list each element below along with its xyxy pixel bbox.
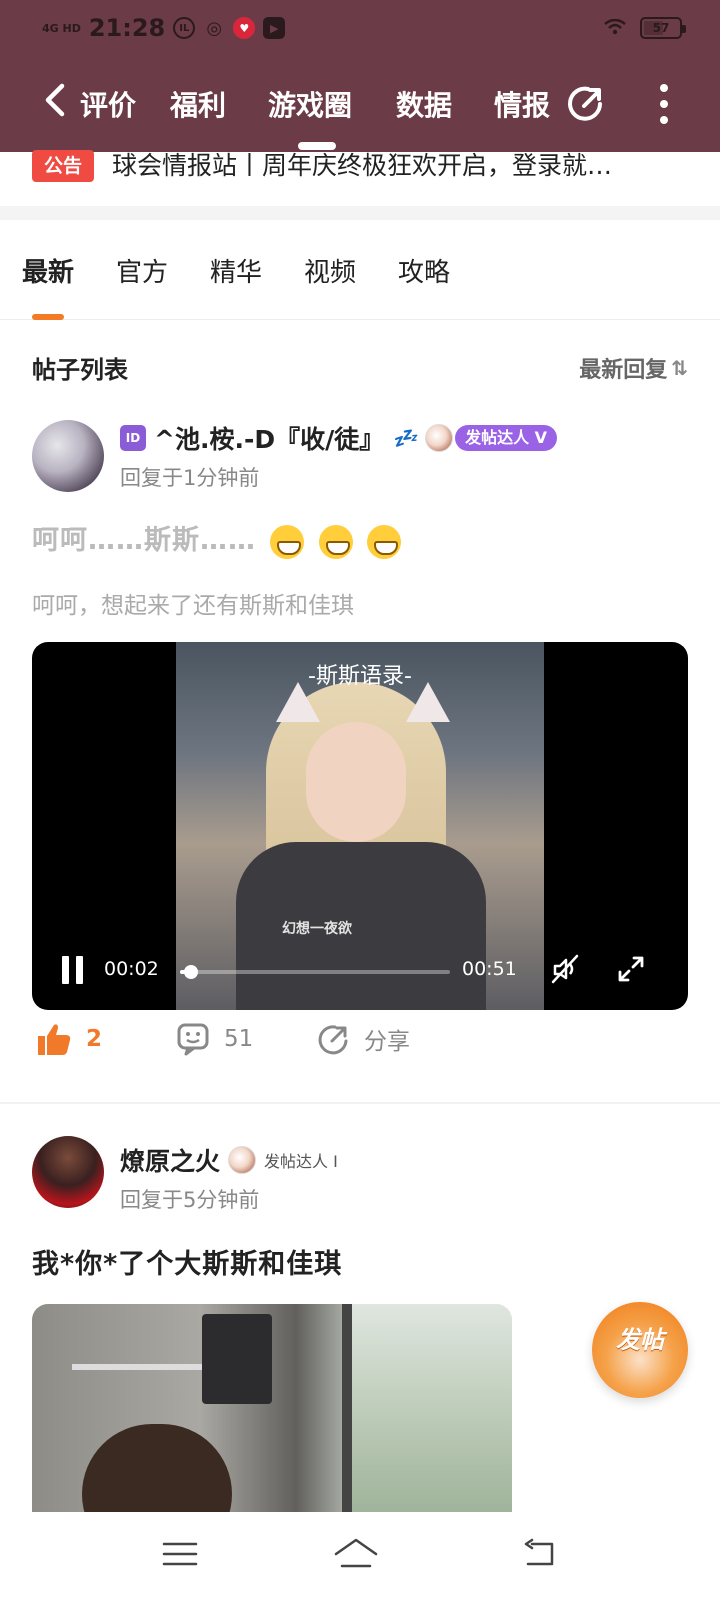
nav-tab[interactable]: 数据 [396, 84, 452, 124]
tab-video[interactable]: 视频 [304, 252, 356, 289]
notice-text[interactable]: 球会情报站丨周年庆终极狂欢开启，登录就… [112, 148, 672, 184]
like-icon [38, 1024, 71, 1055]
notice-badge: 公告 [32, 150, 95, 182]
battery-text: 57 [652, 21, 670, 35]
notification-icon: ▶ [263, 17, 286, 39]
more-icon[interactable] [652, 84, 676, 124]
like-button[interactable]: 2 [36, 1022, 102, 1056]
fullscreen-icon[interactable] [616, 954, 646, 984]
content-tabs: 最新 官方 精华 视频 攻略 [0, 220, 720, 320]
battery-icon: 57 [640, 17, 686, 39]
username[interactable]: 燎原之火 [120, 1142, 220, 1178]
tab-active-indicator [32, 314, 64, 320]
nav-row: 评价 福利 游戏圈 数据 情报 [0, 74, 720, 134]
nav-tab[interactable]: 情报 [494, 84, 550, 124]
section-gap [0, 206, 720, 220]
tab-official[interactable]: 官方 [116, 252, 168, 289]
comment-icon [177, 1023, 209, 1056]
id-icon: ID [120, 425, 146, 451]
tab-featured[interactable]: 精华 [210, 252, 262, 289]
pause-icon[interactable] [60, 956, 86, 986]
like-count: 2 [86, 1026, 103, 1052]
notice-bar[interactable]: 公告 球会情报站丨周年庆终极狂欢开启，登录就… [0, 148, 720, 200]
tab-latest[interactable]: 最新 [22, 252, 74, 289]
sleep-icon: 💤 [392, 426, 418, 450]
post-actions: 2 51 分享 [0, 1022, 720, 1082]
video-progress[interactable] [180, 965, 450, 979]
post-divider [0, 1102, 720, 1104]
create-post-button[interactable]: 发帖 [592, 1302, 688, 1398]
status-right: 57 [604, 16, 686, 40]
nav-tab[interactable]: 福利 [170, 84, 226, 124]
nav-tab-active[interactable]: 游戏圈 [268, 84, 352, 124]
comment-count: 51 [224, 1026, 254, 1052]
nav-tab[interactable]: 评价 [80, 84, 136, 124]
user-badge: 发帖达人 I [264, 1152, 338, 1171]
page: 4G HD 21:28 IL ◎ ♥ ▶ 57 评价 福利 游戏圈 数据 情报 … [0, 0, 720, 1600]
video-subtitle: 幻想一夜欲 [282, 921, 352, 937]
post-title[interactable]: 呵呵……斯斯…… [32, 518, 402, 559]
grin-emoji-icon [318, 524, 353, 559]
signal-indicator: 4G HD [42, 21, 81, 35]
username[interactable]: ^池.桉.-D『收/徒』 [154, 420, 384, 456]
list-header: 帖子列表 最新回复 ⇅ [0, 350, 720, 394]
badge-avatar-icon [425, 424, 454, 452]
grin-emoji-icon [270, 524, 305, 559]
notification-icon: IL [173, 17, 196, 39]
sort-icon: ⇅ [671, 356, 688, 380]
avatar[interactable] [32, 420, 104, 492]
username-row: 燎原之火 发帖达人 I [120, 1142, 338, 1178]
username-row: ID ^池.桉.-D『收/徒』 💤 发帖达人 V [120, 420, 558, 456]
comment-button[interactable]: 51 [176, 1022, 253, 1056]
mute-icon[interactable] [548, 952, 582, 986]
notification-icon: ◎ [206, 17, 223, 39]
video-duration: 00:51 [462, 958, 517, 980]
menu-icon[interactable] [160, 1534, 200, 1574]
reply-time: 回复于5分钟前 [120, 1188, 260, 1212]
create-post-label: 发帖 [616, 1326, 664, 1354]
share-icon[interactable] [564, 82, 606, 124]
sort-button[interactable]: 最新回复 ⇅ [579, 352, 688, 384]
video-frame [176, 642, 544, 1010]
post-title-text: 呵呵……斯斯…… [32, 525, 256, 556]
reply-time: 回复于1分钟前 [120, 466, 260, 490]
grin-emoji-icon [367, 524, 402, 559]
wifi-icon [604, 16, 626, 40]
status-time: 21:28 [88, 14, 166, 42]
share-icon [318, 1025, 348, 1055]
share-label: 分享 [364, 1029, 410, 1055]
top-header: 4G HD 21:28 IL ◎ ♥ ▶ 57 评价 福利 游戏圈 数据 情报 [0, 0, 720, 152]
nav-tabs: 评价 福利 游戏圈 数据 情报 [78, 74, 558, 134]
status-bar: 4G HD 21:28 IL ◎ ♥ ▶ 57 [0, 0, 720, 56]
system-nav-bar [0, 1512, 720, 1600]
tab-guide[interactable]: 攻略 [398, 252, 450, 289]
user-badge: 发帖达人 V [455, 425, 558, 451]
post-body[interactable]: 呵呵，想起来了还有斯斯和佳琪 [32, 586, 354, 620]
video-player[interactable]: -斯斯语录- 幻想一夜欲 00:02 00:51 [32, 642, 688, 1010]
video-current-time: 00:02 [104, 958, 159, 980]
share-button[interactable]: 分享 [316, 1022, 410, 1056]
post-image[interactable] [32, 1304, 512, 1514]
badge-avatar-icon [228, 1146, 257, 1174]
post-title[interactable]: 我*你*了个大斯斯和佳琪 [32, 1242, 342, 1281]
battery-nub [682, 25, 686, 33]
list-title: 帖子列表 [32, 356, 128, 384]
notification-icon: ♥ [233, 17, 256, 39]
back-arrow-icon[interactable] [40, 80, 76, 128]
status-left: 4G HD 21:28 IL ◎ ♥ ▶ [42, 14, 286, 42]
back-icon[interactable] [520, 1534, 560, 1574]
avatar[interactable] [32, 1136, 104, 1208]
video-progress-knob[interactable] [183, 965, 198, 979]
home-icon[interactable] [332, 1534, 380, 1574]
video-caption: -斯斯语录- [308, 664, 412, 689]
sort-label: 最新回复 [579, 358, 668, 383]
